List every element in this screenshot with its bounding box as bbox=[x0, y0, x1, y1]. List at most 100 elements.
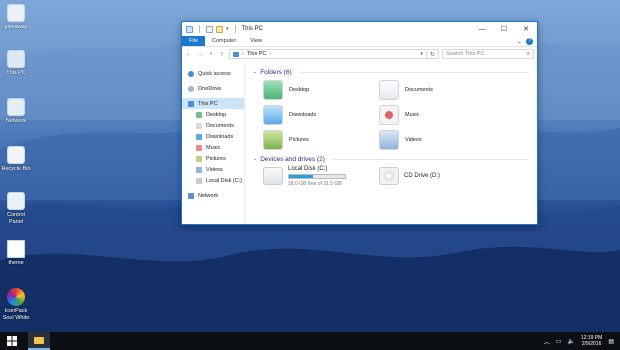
tab-computer[interactable]: Computer bbox=[205, 36, 243, 46]
nav-item-downloads[interactable]: Downloads bbox=[182, 131, 244, 142]
refresh-icon[interactable]: ↻ bbox=[425, 50, 435, 58]
desktop-icon-theme[interactable]: theme bbox=[0, 240, 32, 267]
cd-drive-icon bbox=[379, 167, 399, 185]
desktop-icon-this-pc[interactable]: This PC bbox=[0, 50, 32, 77]
search-input[interactable]: Search This PC ⌕ bbox=[442, 49, 534, 59]
videos-folder-icon bbox=[196, 166, 202, 173]
start-button[interactable] bbox=[0, 332, 24, 350]
forward-button[interactable]: → bbox=[196, 51, 204, 58]
disk-usage-fill bbox=[289, 174, 314, 178]
address-dropdown-icon[interactable]: ▾ bbox=[420, 51, 423, 57]
new-folder-icon[interactable] bbox=[216, 25, 223, 33]
nav-item-network[interactable]: Network bbox=[182, 190, 244, 201]
breadcrumb-separator: › bbox=[242, 51, 244, 57]
quick-access-toolbar: ▾ bbox=[186, 25, 239, 33]
desktop-icon-label: Network bbox=[5, 118, 27, 124]
network-icon[interactable]: ▭ bbox=[556, 338, 562, 345]
chevron-down-icon[interactable]: ▾ bbox=[226, 26, 229, 32]
folder-music[interactable]: Music bbox=[379, 102, 495, 127]
nav-item-onedrive[interactable]: OneDrive bbox=[182, 83, 244, 94]
volume-icon[interactable]: 🔈 bbox=[567, 338, 574, 345]
desktop-icon-label: theme bbox=[8, 260, 24, 266]
folder-downloads[interactable]: Downloads bbox=[263, 102, 379, 127]
nav-label: Quick access bbox=[198, 70, 231, 77]
minimize-button[interactable]: — bbox=[471, 22, 493, 36]
nav-item-videos[interactable]: Videos bbox=[182, 164, 244, 175]
nav-label: Downloads bbox=[206, 133, 234, 140]
drive-cd-d[interactable]: CD Drive (D:) bbox=[379, 164, 495, 188]
nav-item-quick-access[interactable]: Quick access bbox=[182, 68, 244, 79]
desktop-icon-label: giveaway bbox=[4, 24, 28, 30]
documents-folder-icon bbox=[379, 79, 399, 100]
help-icon[interactable]: ? bbox=[526, 37, 533, 45]
desktop-icon-network[interactable]: Network bbox=[0, 98, 32, 125]
recent-locations-icon[interactable]: ▾ bbox=[207, 51, 215, 57]
computer-icon bbox=[233, 51, 239, 57]
clock-date: 2/9/2016 bbox=[581, 341, 602, 347]
breadcrumb-separator[interactable]: › bbox=[269, 51, 271, 57]
nav-item-documents[interactable]: Documents bbox=[182, 120, 244, 131]
pictures-folder-icon bbox=[263, 129, 283, 150]
system-tray: ︿ ▭ 🔈 12:19 PM 2/9/2016 ▤ bbox=[544, 335, 620, 347]
downloads-folder-icon bbox=[263, 104, 283, 125]
taskbar-file-explorer[interactable] bbox=[28, 332, 50, 350]
folders-group-header[interactable]: ⌄ Folders (6) bbox=[253, 67, 529, 77]
music-folder-icon bbox=[196, 144, 202, 151]
tab-view[interactable]: View bbox=[243, 36, 269, 46]
folder-documents[interactable]: Documents bbox=[379, 77, 495, 102]
close-button[interactable]: ✕ bbox=[515, 22, 537, 36]
title-bar[interactable]: ▾ This PC — ☐ ✕ bbox=[182, 22, 537, 36]
nav-item-local-disk[interactable]: Local Disk (C:) bbox=[182, 175, 244, 186]
folder-pictures[interactable]: Pictures bbox=[263, 127, 379, 152]
folders-grid: Desktop Documents Downloads Music Pictur… bbox=[263, 77, 529, 152]
search-placeholder: Search This PC bbox=[446, 51, 485, 57]
desktop-icon-iconpack[interactable]: IconPack Soul White bbox=[0, 288, 32, 321]
address-bar[interactable]: › This PC › ▾ ↻ bbox=[229, 49, 439, 59]
desktop-icon-giveaway[interactable]: giveaway bbox=[0, 4, 32, 31]
content-pane: ⌄ Folders (6) Desktop Documents Download… bbox=[245, 62, 537, 224]
clock[interactable]: 12:19 PM 2/9/2016 bbox=[581, 335, 602, 347]
nav-item-music[interactable]: Music bbox=[182, 142, 244, 153]
nav-label: This PC bbox=[198, 100, 218, 107]
folder-label: Music bbox=[405, 111, 420, 118]
cloud-icon bbox=[188, 85, 194, 92]
nav-label: Network bbox=[198, 192, 219, 199]
folder-videos[interactable]: Videos bbox=[379, 127, 495, 152]
nav-item-desktop[interactable]: Desktop bbox=[182, 109, 244, 120]
computer-icon bbox=[7, 50, 25, 68]
properties-icon[interactable] bbox=[206, 25, 213, 33]
breadcrumb-this-pc[interactable]: This PC bbox=[247, 51, 267, 57]
star-icon bbox=[188, 70, 194, 77]
nav-item-pictures[interactable]: Pictures bbox=[182, 153, 244, 164]
address-row: ← → ▾ ↑ › This PC › ▾ ↻ Search This PC ⌕ bbox=[182, 47, 537, 61]
search-icon[interactable]: ⌕ bbox=[527, 51, 530, 58]
desktop-icon-label: IconPack Soul White bbox=[2, 308, 30, 321]
nav-label: Documents bbox=[206, 122, 234, 129]
maximize-button[interactable]: ☐ bbox=[493, 22, 515, 36]
desktop-icon-label: Recycle Bin bbox=[1, 166, 31, 172]
devices-group-header[interactable]: ⌄ Devices and drives (2) bbox=[253, 154, 529, 164]
nav-item-this-pc[interactable]: This PC bbox=[182, 98, 244, 109]
folder-label: Downloads bbox=[289, 111, 317, 118]
up-button[interactable]: ↑ bbox=[218, 51, 226, 58]
disk-usage-bar bbox=[288, 173, 346, 179]
folder-label: Documents bbox=[405, 86, 433, 93]
desktop-icon-control-panel[interactable]: Control Panel bbox=[0, 192, 32, 225]
navigation-pane: Quick access OneDrive This PC Desktop Do… bbox=[182, 62, 245, 224]
expand-ribbon-icon[interactable]: ⌄ bbox=[517, 38, 522, 45]
folder-icon bbox=[34, 336, 44, 344]
chevron-up-icon[interactable]: ︿ bbox=[544, 337, 550, 346]
taskbar: ︿ ▭ 🔈 12:19 PM 2/9/2016 ▤ bbox=[0, 332, 620, 350]
folder-label: Desktop bbox=[289, 86, 310, 93]
drive-label: CD Drive (D:) bbox=[404, 173, 440, 179]
folder-desktop[interactable]: Desktop bbox=[263, 77, 379, 102]
file-explorer-window: ▾ This PC — ☐ ✕ File Computer View ⌄ ? ←… bbox=[181, 21, 538, 225]
file-tab[interactable]: File bbox=[182, 36, 205, 46]
desktop-icon-recycle-bin[interactable]: Recycle Bin bbox=[0, 146, 32, 173]
nav-label: Local Disk (C:) bbox=[206, 177, 243, 184]
notifications-icon[interactable]: ▤ bbox=[608, 338, 614, 345]
window-controls: — ☐ ✕ bbox=[471, 22, 537, 36]
back-button[interactable]: ← bbox=[185, 51, 193, 58]
drive-local-disk-c[interactable]: Local Disk (C:) 18.0 GB free of 31.5 GB bbox=[263, 164, 379, 188]
desktop-icon-label: This PC bbox=[6, 70, 26, 76]
